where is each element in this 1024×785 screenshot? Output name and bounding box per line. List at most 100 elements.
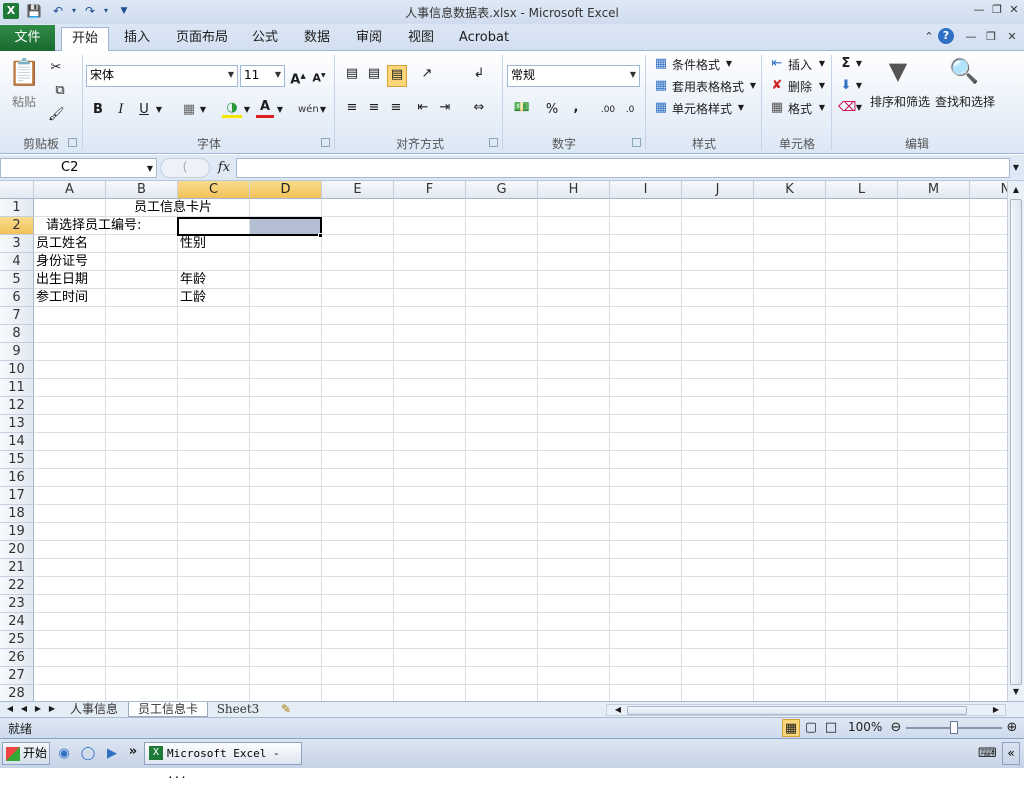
quicklaunch-desktop-icon[interactable]: ◉ — [56, 745, 72, 763]
page-layout-view-icon[interactable]: ▢ — [802, 719, 820, 737]
row-header[interactable]: 1 — [0, 199, 34, 217]
row-header[interactable]: 23 — [0, 595, 34, 613]
row-header[interactable]: 19 — [0, 523, 34, 541]
cell-tenure-label[interactable]: 工龄 — [180, 289, 206, 307]
row-header[interactable]: 22 — [0, 577, 34, 595]
fill-color-icon[interactable]: ◑ — [222, 101, 242, 118]
currency-icon[interactable]: 💵 — [510, 99, 534, 117]
column-header-n[interactable]: N — [970, 181, 1007, 199]
column-header-m[interactable]: M — [898, 181, 970, 199]
start-button[interactable]: 开始 — [2, 742, 50, 765]
zoom-out-icon[interactable]: ⊖ — [888, 719, 904, 737]
restore-icon[interactable]: ❐ — [988, 2, 1006, 18]
column-header-b[interactable]: B — [106, 181, 178, 199]
align-right-icon[interactable]: ≡ — [387, 99, 405, 117]
cell-name-label[interactable]: 员工姓名 — [36, 235, 88, 253]
chevron-down-icon[interactable]: ▼ — [854, 77, 864, 95]
row-header[interactable]: 10 — [0, 361, 34, 379]
format-table-icon[interactable]: ▦ — [652, 77, 670, 95]
row-header[interactable]: 16 — [0, 469, 34, 487]
zoom-in-icon[interactable]: ⊕ — [1004, 719, 1020, 737]
row-header[interactable]: 12 — [0, 397, 34, 415]
insert-function-button[interactable]: fx — [214, 159, 234, 177]
select-all-corner[interactable] — [0, 181, 34, 199]
cell-id-label[interactable]: 身份证号 — [36, 253, 88, 271]
row-header[interactable]: 17 — [0, 487, 34, 505]
sort-filter-icon[interactable]: ▼ — [880, 55, 916, 87]
page-break-view-icon[interactable]: □ — [822, 719, 840, 737]
row-header[interactable]: 7 — [0, 307, 34, 325]
row-header[interactable]: 4 — [0, 253, 34, 271]
tab-formulas[interactable]: 公式 — [243, 27, 287, 51]
format-cells-button[interactable]: 格式 — [788, 100, 812, 117]
font-color-icon[interactable]: A — [256, 99, 274, 118]
column-header-e[interactable]: E — [322, 181, 394, 199]
minimize-icon[interactable]: — — [970, 2, 988, 18]
name-box[interactable]: C2 — [0, 158, 157, 178]
italic-button[interactable]: I — [113, 101, 129, 119]
fill-down-icon[interactable]: ⬇ — [838, 77, 854, 95]
row-header[interactable]: 11 — [0, 379, 34, 397]
wrap-text-icon[interactable]: ↲ — [469, 65, 489, 83]
format-as-table-button[interactable]: 套用表格格式 — [672, 78, 744, 95]
orientation-icon[interactable]: ↗ — [416, 65, 438, 83]
column-header-i[interactable]: I — [610, 181, 682, 199]
row-header[interactable]: 26 — [0, 649, 34, 667]
row-header[interactable]: 9 — [0, 343, 34, 361]
paste-icon[interactable]: 📋 — [8, 57, 40, 89]
align-top-icon[interactable]: ▤ — [343, 65, 361, 83]
find-select-icon[interactable]: 🔍 — [946, 55, 982, 87]
row-header[interactable]: 21 — [0, 559, 34, 577]
row-header[interactable]: 3 — [0, 235, 34, 253]
vertical-scrollbar[interactable]: ▲ ▼ — [1007, 181, 1024, 701]
new-sheet-icon[interactable]: ✎ — [272, 702, 300, 717]
prev-sheet-icon[interactable]: ◀ — [18, 700, 30, 718]
row-header[interactable]: 24 — [0, 613, 34, 631]
number-format-select[interactable]: 常规 ▼ — [507, 65, 640, 87]
tray-expand-icon[interactable]: « — [1002, 742, 1020, 765]
column-header-g[interactable]: G — [466, 181, 538, 199]
row-header[interactable]: 28 — [0, 685, 34, 701]
format-cells-icon[interactable]: ▦ — [768, 99, 786, 117]
quicklaunch-more-icon[interactable]: » — [126, 743, 140, 761]
conditional-format-icon[interactable]: ▦ — [652, 55, 670, 73]
tab-file[interactable]: 文件 — [0, 25, 55, 51]
percent-button[interactable]: % — [545, 101, 559, 119]
find-select-button[interactable]: 查找和选择 — [935, 93, 995, 110]
ribbon-minimize-icon[interactable]: ⌃ — [920, 29, 938, 45]
last-sheet-icon[interactable]: ▶ — [46, 700, 58, 718]
insert-cells-icon[interactable]: ⇤ — [768, 55, 786, 73]
increase-font-icon[interactable]: A▲ — [289, 67, 307, 89]
row-header[interactable]: 15 — [0, 451, 34, 469]
first-sheet-icon[interactable]: ◀ — [4, 700, 16, 718]
scroll-thumb[interactable] — [1010, 199, 1022, 685]
delete-cells-button[interactable]: 删除 — [788, 78, 812, 95]
chevron-down-icon[interactable]: ▼ — [736, 99, 746, 117]
font-name-select[interactable]: 宋体 ▼ — [86, 65, 238, 87]
decrease-indent-icon[interactable]: ⇤ — [414, 99, 432, 117]
underline-button[interactable]: U — [136, 101, 152, 119]
cell-prompt[interactable]: 请选择员工编号: — [46, 217, 141, 235]
cell-age-label[interactable]: 年龄 — [180, 271, 206, 289]
chevron-down-icon[interactable]: ▼ — [242, 101, 252, 119]
scroll-up-icon[interactable]: ▲ — [1010, 181, 1022, 199]
copy-icon[interactable]: ⧉ — [48, 82, 72, 100]
increase-indent-icon[interactable]: ⇥ — [436, 99, 454, 117]
quicklaunch-media-icon[interactable]: ▶ — [104, 745, 120, 763]
column-header-h[interactable]: H — [538, 181, 610, 199]
chevron-down-icon[interactable]: ▼ — [198, 101, 208, 119]
row-header[interactable]: 14 — [0, 433, 34, 451]
doc-close-icon[interactable]: ✕ — [1003, 29, 1021, 45]
column-header-l[interactable]: L — [826, 181, 898, 199]
sheet-tab-sheet3[interactable]: Sheet3 — [212, 702, 264, 717]
zoom-level[interactable]: 100% — [848, 720, 882, 734]
tab-home[interactable]: 开始 — [61, 27, 109, 52]
increase-decimal-icon[interactable]: .00 — [598, 101, 618, 119]
chevron-down-icon[interactable]: ▼ — [817, 99, 827, 117]
cell-gender-label[interactable]: 性别 — [180, 235, 206, 253]
format-painter-icon[interactable]: 🖌 — [48, 106, 65, 124]
tab-insert[interactable]: 插入 — [115, 27, 159, 51]
cell-styles-button[interactable]: 单元格样式 — [672, 100, 732, 117]
cell-join-label[interactable]: 参工时间 — [36, 289, 88, 307]
chevron-down-icon[interactable]: ▼ — [817, 77, 827, 95]
